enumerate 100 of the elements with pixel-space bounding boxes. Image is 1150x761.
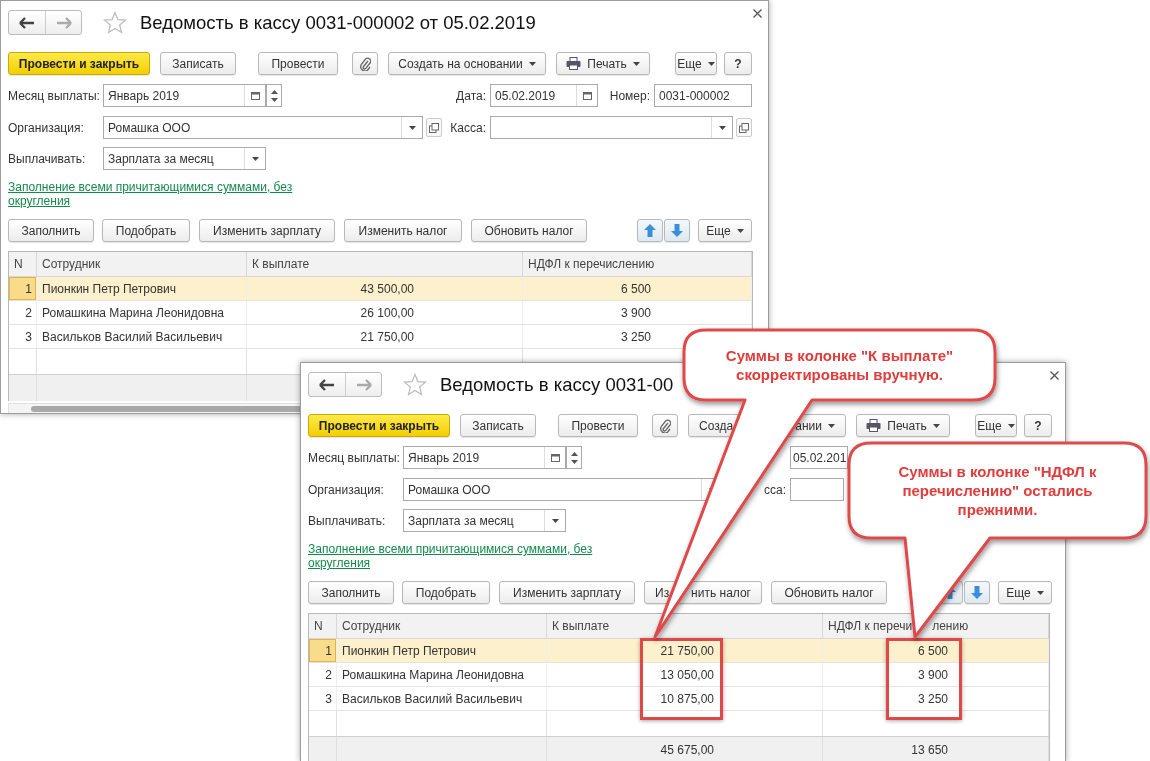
move-down-button[interactable] — [964, 581, 990, 604]
field-label: Организация: — [308, 482, 385, 497]
move-down-button[interactable] — [664, 219, 690, 242]
column-header[interactable]: N — [309, 614, 337, 638]
callout-text: Суммы в колонке "НДФЛ к перечислению" остались прежними. — [897, 462, 1098, 519]
calendar-icon — [250, 91, 260, 100]
toolbar-button[interactable]: Изменить зарплату — [499, 581, 635, 604]
cash-desk-field[interactable] — [490, 116, 733, 139]
menu-button[interactable]: Еще — [675, 52, 717, 75]
toolbar-button[interactable]: Записать — [160, 52, 236, 75]
toolbar-button[interactable]: Подобрать — [402, 581, 490, 604]
pay-type-field[interactable]: Зарплата за месяц — [403, 509, 566, 532]
field-label: Организация: — [8, 120, 85, 135]
date-field[interactable]: 05.02.2019 — [490, 84, 598, 107]
back-arrow-icon[interactable] — [19, 16, 35, 29]
spinner-button[interactable] — [566, 446, 582, 469]
table-row[interactable]: 1 Пионкин Петр Петрович 43 500,00 6 500 — [9, 277, 752, 301]
table-cell: 6 500 — [523, 277, 752, 300]
cash-desk-field[interactable] — [790, 478, 844, 501]
window-title: Ведомость в кассу 0031-000002 от 05.02.2019 — [140, 11, 536, 34]
help-button[interactable]: ? — [1024, 414, 1052, 437]
star-icon[interactable] — [403, 373, 427, 396]
table-cell: Пионкин Петр Петрович — [337, 639, 547, 662]
post-and-close-button[interactable]: Провести и закрыть — [8, 52, 150, 75]
back-arrow-icon[interactable] — [319, 378, 335, 391]
open-form-icon — [739, 122, 749, 133]
column-header[interactable]: К выплате — [247, 252, 523, 276]
toolbar-button[interactable]: Подобрать — [102, 219, 190, 242]
date-field[interactable]: 05.02.201 — [790, 446, 848, 469]
toolbar-button[interactable]: Изменить зарплату — [199, 219, 335, 242]
navigation-buttons[interactable] — [308, 372, 382, 397]
spinner-icon[interactable] — [570, 450, 578, 465]
table-row[interactable]: 2 Ромашкина Марина Леонидовна 26 100,00 3 900 — [9, 301, 752, 325]
spinner-icon[interactable] — [270, 88, 278, 103]
spinner-button[interactable] — [266, 84, 282, 107]
window-title: Ведомость в кассу 0031-00 — [440, 373, 674, 396]
calendar-icon — [582, 91, 592, 100]
table-cell: Васильков Василий Васильевич — [37, 325, 247, 348]
close-icon[interactable] — [1050, 371, 1059, 380]
organization-field[interactable]: Ромашка ООО — [103, 116, 423, 139]
toolbar-button[interactable]: Обновить налог — [771, 581, 887, 604]
table-row[interactable]: 1 Пионкин Петр Петрович 21 750,00 6 500 — [309, 639, 1049, 663]
open-form-button[interactable] — [736, 118, 752, 137]
field-label: Месяц выплаты: — [308, 450, 401, 465]
month-field[interactable]: Январь 2019 — [403, 446, 566, 469]
toolbar-button[interactable]: Обновить налог — [471, 219, 587, 242]
table-cell: Пионкин Петр Петрович — [37, 277, 247, 300]
menu-button[interactable]: Еще — [698, 219, 752, 242]
pay-type-field[interactable]: Зарплата за месяц — [103, 147, 266, 170]
printer-icon — [866, 419, 882, 432]
table-cell: 3 900 — [523, 301, 752, 324]
table-cell: 2 — [309, 663, 337, 686]
close-icon[interactable] — [753, 9, 762, 18]
table-cell: 21 750,00 — [247, 325, 523, 348]
menu-button[interactable]: Еще — [998, 581, 1052, 604]
toolbar-button[interactable]: Провести — [558, 414, 638, 437]
print-button[interactable]: Печать — [856, 414, 950, 437]
attach-button[interactable] — [352, 52, 378, 75]
menu-button[interactable]: Еще — [975, 414, 1017, 437]
printer-icon — [566, 57, 582, 70]
help-button[interactable]: ? — [724, 52, 752, 75]
down-arrow-icon — [671, 224, 683, 237]
caret-icon — [718, 125, 726, 130]
table-cell: 3 — [309, 687, 337, 710]
caret-icon — [736, 228, 744, 233]
toolbar-button[interactable]: Изменить налог — [344, 219, 462, 242]
move-up-button[interactable] — [637, 219, 663, 242]
caret-icon — [828, 423, 835, 428]
caret-icon — [528, 61, 536, 66]
number-field[interactable]: 0031-000002 — [654, 84, 752, 107]
table-row[interactable]: 3 Васильков Василий Васильевич 10 875,00 3 250 — [309, 687, 1049, 711]
menu-button[interactable]: Создать на основании — [388, 52, 546, 75]
table-row[interactable]: 2 Ромашкина Марина Леонидовна 13 050,00 3 900 — [309, 663, 1049, 687]
table-cell: 3 — [9, 325, 37, 348]
table-cell: 13 050,00 — [547, 663, 823, 686]
attach-button[interactable] — [652, 414, 678, 437]
toolbar-button[interactable]: Заполнить — [308, 581, 394, 604]
star-icon[interactable] — [103, 11, 127, 34]
field-label: сса: — [763, 482, 787, 497]
post-and-close-button[interactable]: Провести и закрыть — [308, 414, 450, 437]
fill-link[interactable]: Заполнение всеми причитающимися суммами, без округления — [8, 180, 308, 208]
total-cell: 45 675,00 — [547, 737, 823, 761]
month-field[interactable]: Январь 2019 — [103, 84, 266, 107]
column-header[interactable]: Сотрудник — [337, 614, 547, 638]
toolbar-button[interactable]: Записать — [460, 414, 536, 437]
toolbar-button[interactable]: Заполнить — [8, 219, 94, 242]
toolbar-button[interactable]: Провести — [258, 52, 338, 75]
print-button[interactable]: Печать — [556, 52, 650, 75]
column-header[interactable]: N — [9, 252, 37, 276]
column-header[interactable]: Сотрудник — [37, 252, 247, 276]
fill-link[interactable]: Заполнение всеми причитающимися суммами, без округления — [308, 542, 608, 570]
table-cell: 10 875,00 — [547, 687, 823, 710]
open-form-button[interactable] — [426, 118, 442, 137]
field-label: Номер: — [608, 88, 651, 103]
table-cell: 1 — [309, 639, 337, 662]
table-cell: 3 900 — [823, 663, 1049, 686]
column-header[interactable]: НДФЛ к перечислению — [523, 252, 752, 276]
caret-icon — [632, 61, 640, 66]
field-label: Выплачивать: — [8, 151, 87, 166]
navigation-buttons[interactable] — [8, 10, 82, 35]
